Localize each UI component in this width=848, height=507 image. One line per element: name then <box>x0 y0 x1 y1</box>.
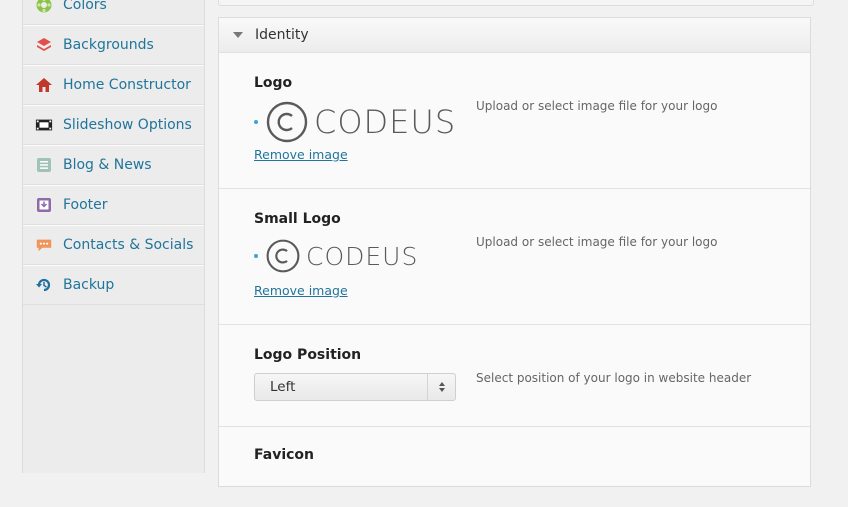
options-sidebar: Colors Backgrounds Home Constructor Slid… <box>22 0 205 473</box>
page-gutter-left <box>0 0 22 473</box>
sidebar-item-label: Backup <box>63 277 115 293</box>
sidebar-item-backgrounds[interactable]: Backgrounds <box>23 25 204 65</box>
logo-preview: CODEUS <box>254 101 456 143</box>
document-icon <box>35 156 53 174</box>
small-logo-wordmark: CODEUS <box>306 241 419 271</box>
panel-title: Identity <box>255 27 309 43</box>
page-gutter-right <box>826 0 848 473</box>
sidebar-item-home-constructor[interactable]: Home Constructor <box>23 65 204 105</box>
logo-position-label: Logo Position <box>254 347 362 363</box>
logo-position-select[interactable]: Left <box>254 373 456 401</box>
layers-icon <box>35 36 53 54</box>
collapse-triangle-icon <box>233 32 243 38</box>
sidebar-item-colors[interactable]: Colors <box>23 0 204 25</box>
updown-arrows-icon <box>427 374 455 400</box>
sidebar-item-label: Blog & News <box>63 157 152 173</box>
logo-wordmark: CODEUS <box>314 103 457 141</box>
small-logo-option: Small Logo CODEUS Remove image Upload or… <box>219 189 810 325</box>
palette-icon <box>35 0 53 14</box>
identity-panel-header[interactable]: Identity <box>219 18 810 53</box>
codeus-logo-icon <box>266 101 308 143</box>
previous-panel-bottom <box>218 0 814 6</box>
bullet-dot <box>254 254 258 258</box>
sidebar-item-label: Contacts & Socials <box>63 237 194 253</box>
logo-description: Upload or select image file for your log… <box>476 99 718 113</box>
sidebar-item-blog-news[interactable]: Blog & News <box>23 145 204 185</box>
identity-panel: Identity Logo CODEUS Remove image Upload… <box>218 17 811 487</box>
logo-position-option: Logo Position Left Select position of yo… <box>219 325 810 427</box>
sidebar-item-footer[interactable]: Footer <box>23 185 204 225</box>
remove-logo-link[interactable]: Remove image <box>254 147 348 162</box>
remove-small-logo-link[interactable]: Remove image <box>254 283 348 298</box>
sidebar-item-slideshow-options[interactable]: Slideshow Options <box>23 105 204 145</box>
small-logo-preview: CODEUS <box>254 239 418 273</box>
home-icon <box>35 76 53 94</box>
sidebar-item-backup[interactable]: Backup <box>23 265 204 305</box>
codeus-logo-icon <box>266 239 300 273</box>
bullet-dot <box>254 120 258 124</box>
sidebar-item-contacts-socials[interactable]: Contacts & Socials <box>23 225 204 265</box>
small-logo-description: Upload or select image file for your log… <box>476 235 718 249</box>
filmstrip-icon <box>35 116 53 134</box>
logo-position-description: Select position of your logo in website … <box>476 371 752 385</box>
sidebar-item-label: Footer <box>63 197 108 213</box>
favicon-option: Favicon <box>219 427 810 507</box>
select-value: Left <box>270 379 296 395</box>
sidebar-item-label: Slideshow Options <box>63 117 192 133</box>
restore-icon <box>35 276 53 294</box>
favicon-label: Favicon <box>254 447 314 463</box>
sidebar-item-label: Backgrounds <box>63 37 154 53</box>
logo-option: Logo CODEUS Remove image Upload or selec… <box>219 53 810 189</box>
sidebar-item-label: Home Constructor <box>63 77 191 93</box>
chat-bubble-icon <box>35 236 53 254</box>
small-logo-label: Small Logo <box>254 211 341 227</box>
logo-label: Logo <box>254 75 293 91</box>
download-box-icon <box>35 196 53 214</box>
sidebar-item-label: Colors <box>63 0 107 13</box>
